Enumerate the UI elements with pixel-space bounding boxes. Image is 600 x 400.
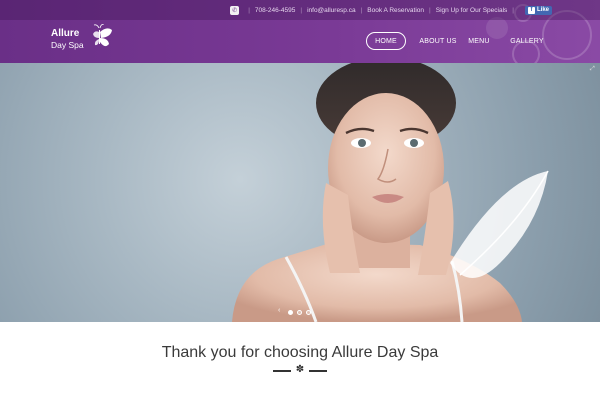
topbar-separator: | [248,6,250,14]
expand-icon[interactable]: ⤢ [590,66,596,72]
butterfly-logo-icon [93,24,112,47]
topbar-separator: | [429,6,431,14]
topbar-separator: | [300,6,303,14]
hero-slider: ⤢ [0,63,600,322]
slider-pagination [288,310,311,315]
site-logo[interactable]: Allure Day Spa [51,24,121,54]
nav-about-us[interactable]: ABOUT US [418,32,458,50]
nav-menu[interactable]: MENU [468,32,490,50]
flower-ornament-icon: ✽ [295,364,305,375]
nav-gallery[interactable]: GALLERY [510,32,543,50]
facebook-icon: f [527,6,535,14]
facebook-like-button[interactable]: f Like [524,5,552,15]
nav-home[interactable]: HOME [366,32,406,50]
welcome-heading: Thank you for choosing Allure Day Spa [161,344,439,361]
slider-dot[interactable] [288,310,293,315]
main-nav: HOME ABOUT US MENU GALLERY [366,32,544,50]
topbar-separator: | [512,6,514,14]
topbar-separator: | [360,6,363,14]
topbar: ✆ | 708-246-4595 | info@alluresp.ca | Bo… [0,0,600,20]
logo-name: Allure [51,28,80,39]
facebook-like-label: Like [536,7,549,13]
topbar-phone[interactable]: 708-246-4595 [255,7,295,14]
slider-dot[interactable] [297,310,302,315]
topbar-email[interactable]: info@alluresp.ca [307,7,356,14]
site-header: ✆ | 708-246-4595 | info@alluresp.ca | Bo… [0,0,600,63]
hero-image-woman-with-feather [232,63,549,322]
slider-prev-arrow-icon[interactable]: ‹ [278,307,280,314]
divider-line [273,370,291,372]
ornamental-divider: ✽ [273,364,327,376]
topbar-link-specials[interactable]: Sign Up for Our Specials [436,7,508,14]
logo-tagline: Day Spa [51,40,84,50]
phone-icon: ✆ [230,5,240,15]
topbar-link-reservation[interactable]: Book A Reservation [367,7,424,14]
slider-dot[interactable] [306,310,311,315]
divider-line [309,370,327,372]
topbar-contact-row: ✆ | 708-246-4595 | info@alluresp.ca | Bo… [230,0,552,20]
